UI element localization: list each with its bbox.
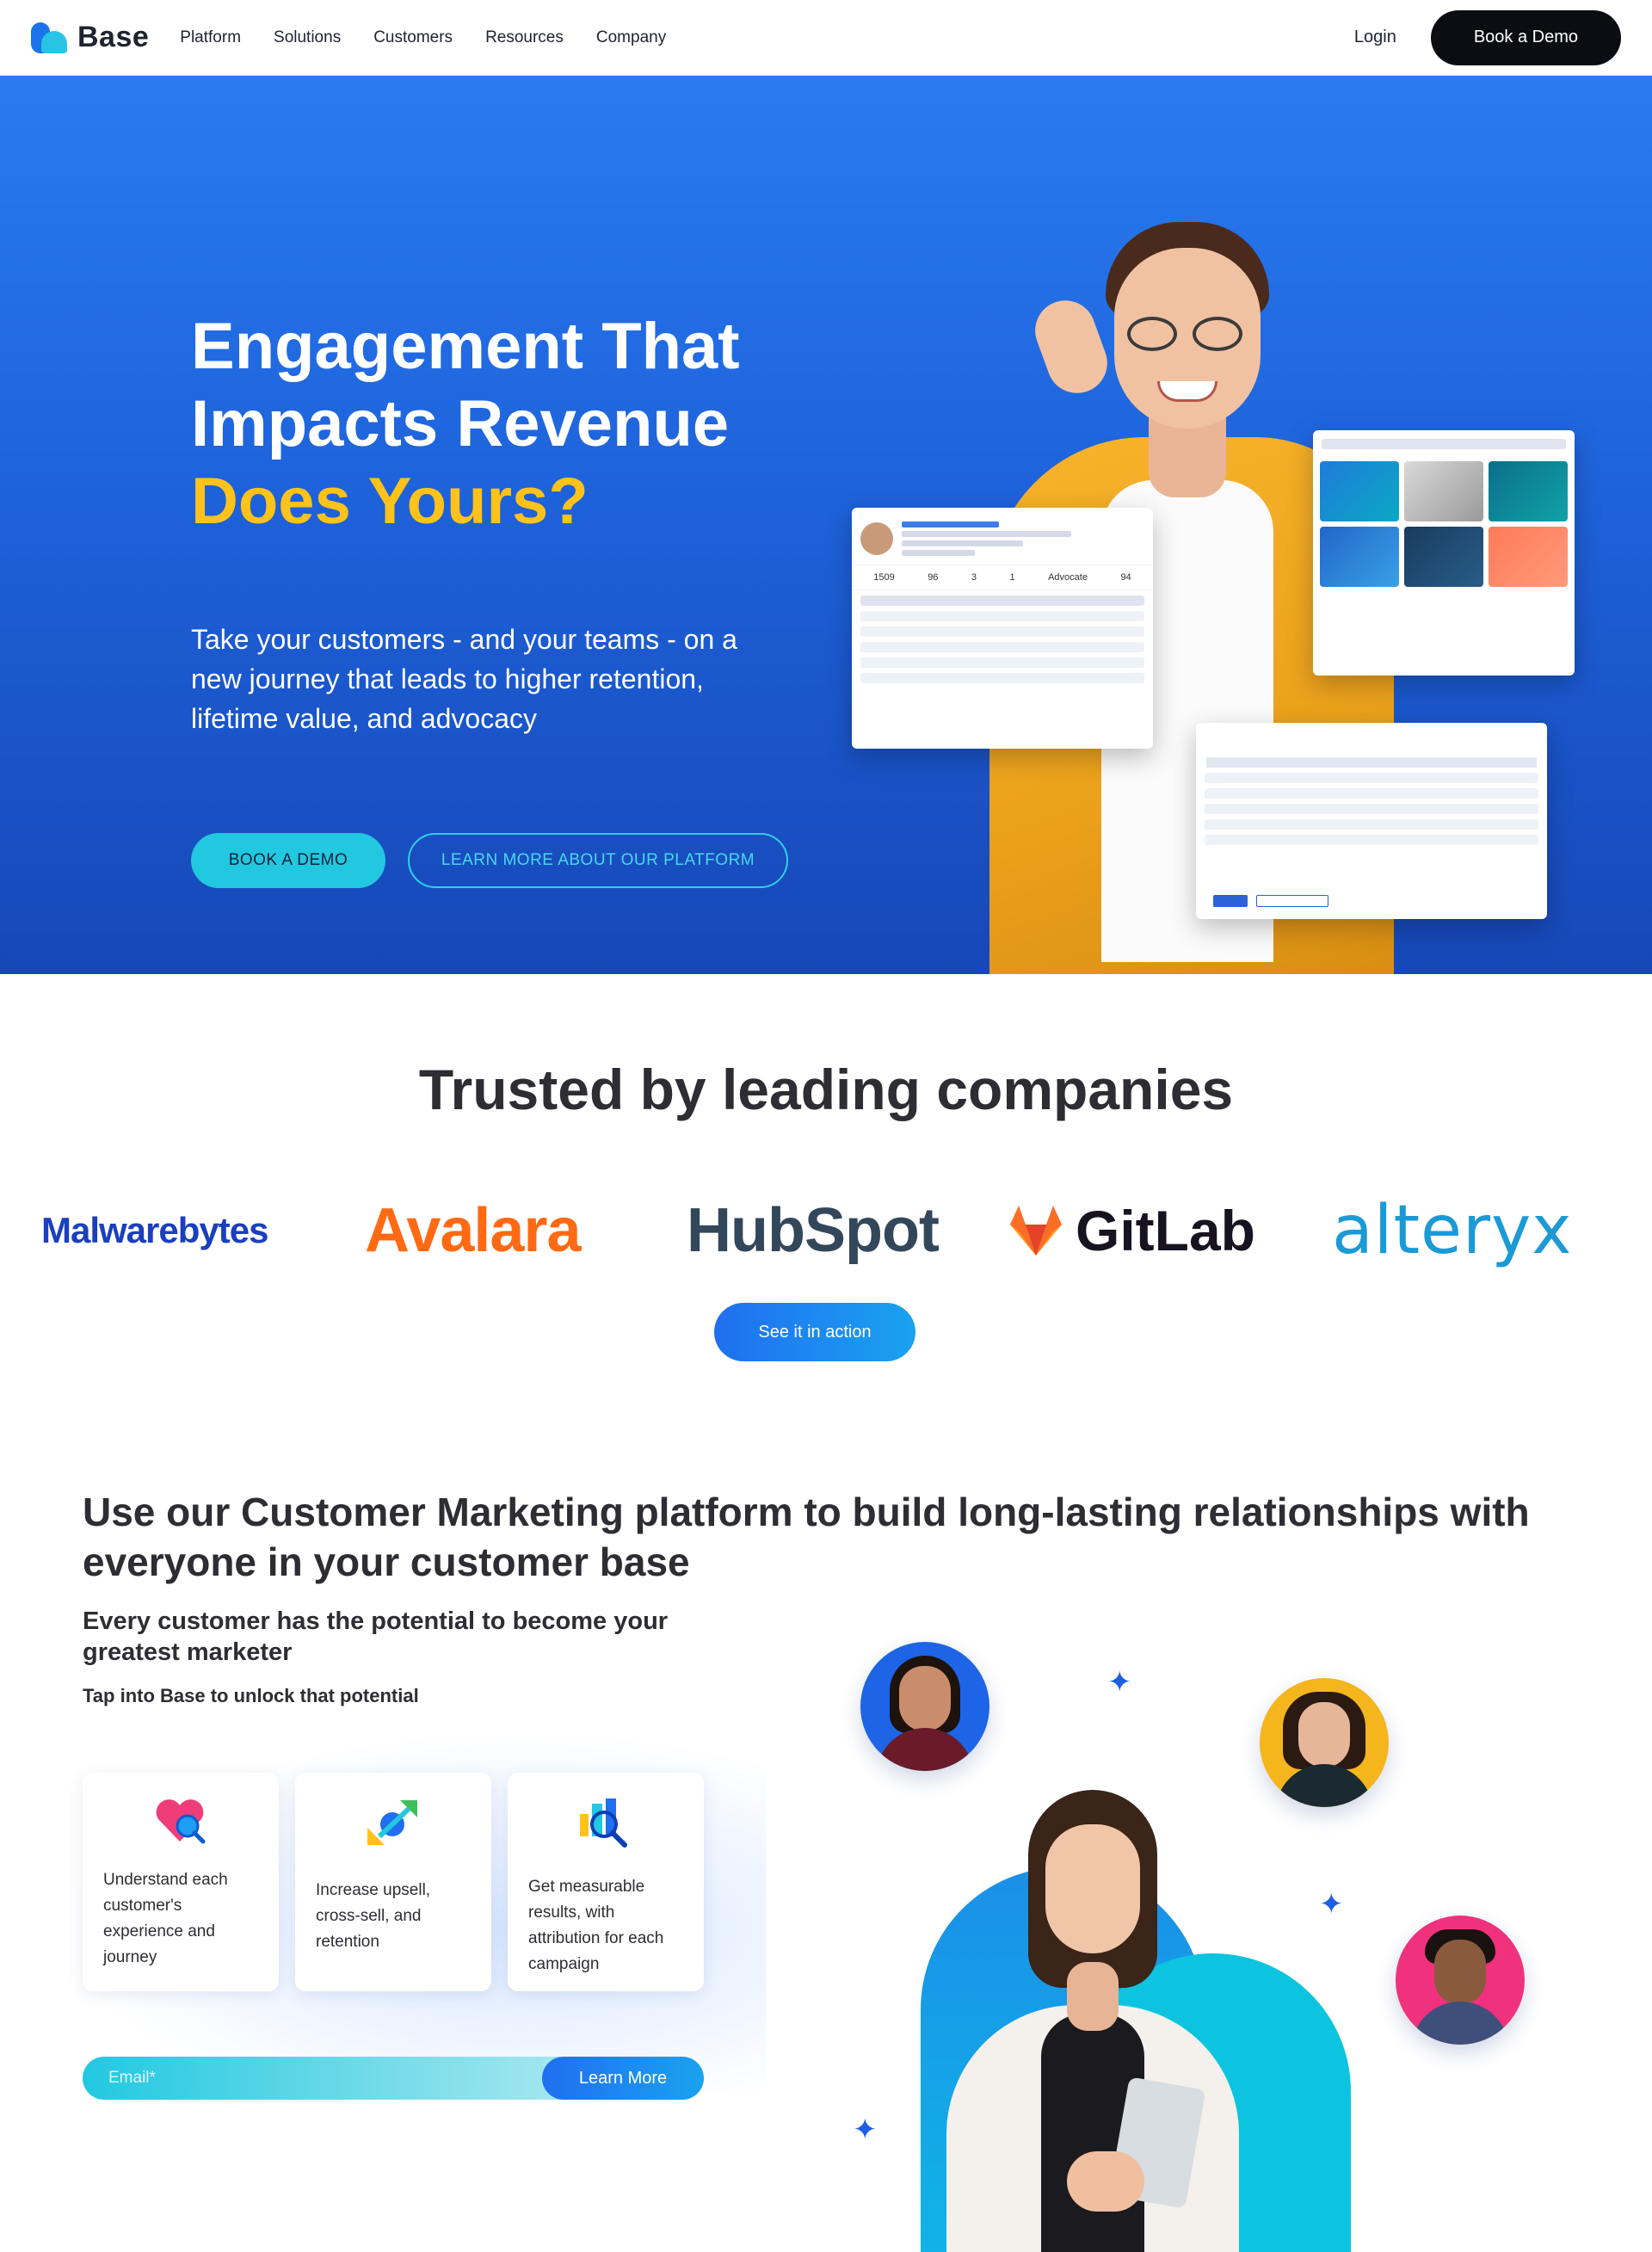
login-link[interactable]: Login: [1354, 28, 1396, 47]
sparkle-icon: ✦: [853, 2113, 878, 2146]
nav-link-solutions[interactable]: Solutions: [274, 28, 341, 47]
feature-card-upsell: Increase upsell, cross-sell, and retenti…: [295, 1773, 491, 1991]
stat-value: 94: [1120, 572, 1131, 583]
nav-right: Login Book a Demo: [1354, 9, 1621, 65]
top-nav: Base Platform Solutions Customers Resour…: [0, 0, 1652, 76]
feature-card-results: Get measurable results, with attribution…: [508, 1773, 704, 1991]
hero-title-line2: Impacts Revenue: [191, 387, 730, 460]
profile-stats: 1509 96 3 1 Advocate 94: [852, 565, 1153, 590]
stat-value: 1: [1009, 572, 1015, 583]
nav-link-resources[interactable]: Resources: [485, 28, 564, 47]
learn-more-button[interactable]: Learn More: [542, 2057, 704, 2100]
platform-woman-image: [946, 1790, 1239, 2252]
sparkle-icon: ✦: [1107, 1666, 1132, 1699]
see-it-in-action-button[interactable]: See it in action: [714, 1303, 915, 1361]
customer-avatar: [860, 1642, 989, 1771]
growth-arrows-icon: [367, 1800, 417, 1845]
platform-subheading: Every customer has the potential to beco…: [83, 1607, 669, 1666]
gitlab-logo: GitLab: [1008, 1179, 1255, 1282]
book-demo-button[interactable]: Book a Demo: [1430, 9, 1621, 65]
hero-title-line1: Engagement That: [191, 310, 740, 383]
gitlab-logo-text: GitLab: [1076, 1199, 1255, 1262]
hero-book-demo-button[interactable]: BOOK A DEMO: [191, 833, 385, 888]
malwarebytes-logo: Malwarebytes: [41, 1210, 268, 1250]
trusted-heading: Trusted by leading companies: [418, 1058, 1234, 1121]
platform-tagline: Tap into Base to unlock that potential: [83, 1685, 419, 1706]
gitlab-fox-icon: [1010, 1206, 1062, 1256]
nav-link-company[interactable]: Company: [596, 28, 666, 47]
nav-link-platform[interactable]: Platform: [180, 28, 241, 47]
hero-learn-more-button[interactable]: LEARN MORE ABOUT OUR PLATFORM: [408, 833, 788, 888]
email-signup-form: Learn More: [83, 2057, 704, 2100]
alteryx-logo: alteryx: [1332, 1192, 1573, 1269]
stat-value: 96: [928, 572, 939, 583]
hero-section: Engagement That Impacts Revenue Does You…: [0, 76, 1652, 974]
base-logo[interactable]: Base: [31, 19, 149, 57]
email-input[interactable]: [108, 2057, 521, 2100]
stat-value: 1509: [873, 572, 895, 583]
nav-link-customers[interactable]: Customers: [373, 28, 453, 47]
profile-card-mockup: 1509 96 3 1 Advocate 94: [852, 508, 1153, 749]
feature-text: Increase upsell, cross-sell, and retenti…: [316, 1881, 431, 1951]
hubspot-logo: HubSpot: [687, 1196, 940, 1265]
content-grid-mockup: [1313, 430, 1575, 676]
avalara-logo: Avalara: [365, 1196, 582, 1265]
customer-avatar: [1396, 1916, 1525, 2045]
chart-search-icon: [580, 1799, 627, 1848]
reference-locator-mockup: [1196, 723, 1547, 919]
logo-text: Base: [77, 21, 150, 53]
sparkle-icon: ✦: [1319, 1888, 1344, 1921]
customer-logos: Malwarebytes Avalara HubSpot GitLab alte…: [0, 1179, 1652, 1282]
hero-title: Engagement That Impacts Revenue Does You…: [191, 308, 740, 540]
heart-search-icon: [156, 1799, 206, 1844]
feature-text: Get measurable results, with attribution…: [528, 1878, 664, 1973]
hero-subtitle: Take your customers - and your teams - o…: [191, 624, 737, 734]
profile-avatar: [860, 522, 893, 555]
customer-avatar: [1260, 1678, 1389, 1807]
nav-links: Platform Solutions Customers Resources C…: [180, 28, 666, 47]
feature-card-journey: Understand each customer's experience an…: [83, 1773, 279, 1991]
stat-value: Advocate: [1048, 572, 1088, 583]
base-logo-icon: [31, 19, 69, 57]
feature-text: Understand each customer's experience an…: [103, 1871, 228, 1966]
platform-heading: Use our Customer Marketing platform to b…: [83, 1490, 1530, 1584]
stat-value: 3: [971, 572, 977, 583]
hero-title-highlight: Does Yours?: [191, 465, 589, 538]
